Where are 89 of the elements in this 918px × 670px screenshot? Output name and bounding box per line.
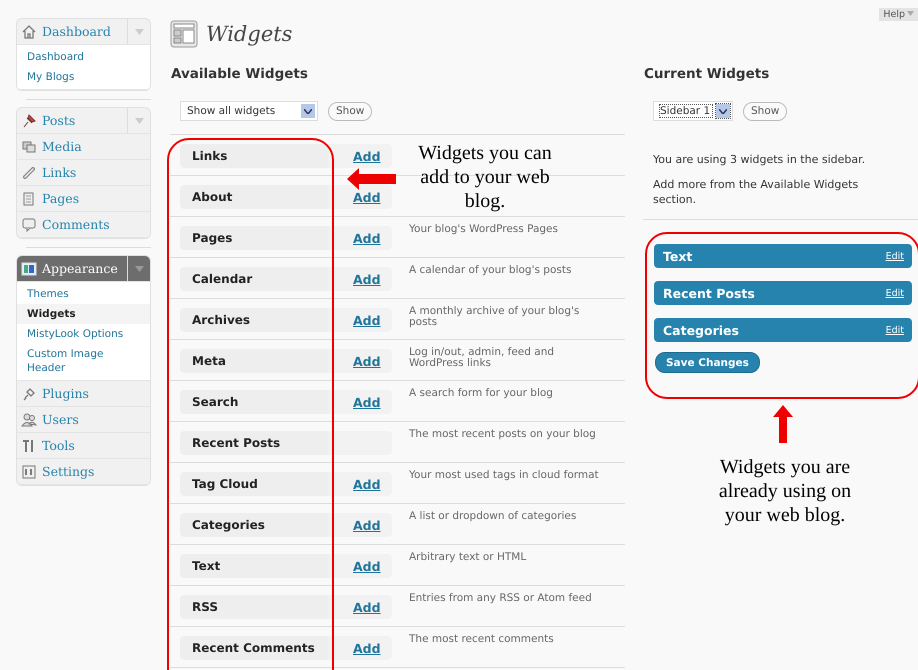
menu-icon	[21, 164, 37, 180]
add-link[interactable]: Add	[353, 190, 381, 204]
add-link[interactable]: Add	[353, 640, 381, 656]
caret-icon	[134, 266, 144, 272]
widget-description: Log in/out, admin, feed and WordPress links	[409, 347, 556, 371]
menu-icon	[21, 24, 37, 40]
save-button[interactable]: Save Changes	[655, 352, 760, 373]
menu-icon	[21, 216, 37, 232]
widget-description: A list or dropdown of categories	[409, 511, 578, 524]
menu-icon	[21, 260, 37, 276]
annotation-text: Widgets you are already using on your web blog.	[718, 455, 852, 527]
menu-icon	[21, 112, 37, 128]
add-link[interactable]: Add	[353, 312, 381, 328]
submenu-item[interactable]: Widgets	[17, 304, 150, 324]
menu-item[interactable]: Links	[17, 160, 150, 186]
menu-item[interactable]: Tools	[17, 433, 150, 459]
widget-description: Arbitrary text or HTML	[409, 552, 528, 565]
caret-icon	[134, 28, 144, 34]
widget-name: Categories	[192, 518, 266, 532]
active-widget[interactable]: Recent Posts Edit	[654, 281, 912, 305]
edit-link[interactable]: Edit	[886, 324, 904, 336]
widget-name: Tag Cloud	[192, 477, 259, 491]
caret-icon	[134, 118, 144, 124]
up-arrow	[773, 405, 793, 443]
left-arrow	[347, 168, 396, 190]
submenu-item[interactable]: Themes	[17, 284, 150, 304]
widget-name: Recent Posts	[192, 436, 282, 450]
info-text: You are using 3 widgets in the sidebar.	[653, 152, 866, 167]
menu-icon	[21, 412, 37, 428]
submenu-item[interactable]: MistyLook Options	[17, 324, 150, 344]
submenu-item[interactable]: Custom Image Header	[17, 344, 150, 378]
widget-description: The most recent posts on your blog	[409, 429, 597, 442]
menu-item[interactable]: Settings	[17, 459, 150, 485]
widget-description: Entries from any RSS or Atom feed	[409, 593, 593, 606]
widget-name: Pages	[192, 231, 234, 245]
caret-icon	[907, 9, 914, 18]
filter-dropdown[interactable]: Show all widgets	[180, 101, 318, 121]
menu-item[interactable]: Plugins	[17, 381, 150, 407]
add-link[interactable]: Add	[353, 394, 381, 410]
add-link[interactable]: Add	[353, 600, 381, 614]
chevron-icon	[304, 108, 312, 114]
active-widget[interactable]: Categories Edit	[654, 318, 912, 342]
widget-description: A monthly archive of your blog's posts	[409, 306, 580, 330]
widget-description: The most recent comments	[409, 634, 555, 647]
add-link[interactable]: Add	[353, 476, 381, 492]
widget-name: Recent Comments	[192, 641, 316, 655]
add-link[interactable]: Add	[353, 354, 381, 368]
widget-name: RSS	[192, 600, 219, 614]
add-link[interactable]: Add	[353, 558, 381, 574]
add-link[interactable]: Add	[353, 148, 381, 164]
widget-description: A search form for your blog	[409, 388, 554, 401]
show-button[interactable]: Show	[743, 102, 788, 120]
add-link[interactable]: Add	[353, 518, 381, 532]
menu-item[interactable]: Comments	[17, 212, 150, 238]
section-heading: Current Widgets	[644, 66, 770, 84]
menu-item[interactable]: Posts	[17, 108, 150, 134]
widget-description: Your blog's WordPress Pages	[409, 224, 559, 237]
annotation-text: Widgets you can add to your web blog.	[417, 141, 553, 213]
widget-name: Links	[192, 149, 228, 163]
submenu-item[interactable]: Dashboard	[17, 47, 150, 67]
show-button[interactable]: Show	[328, 102, 372, 120]
section-heading: Available Widgets	[171, 66, 309, 84]
widgets-icon	[170, 20, 198, 48]
add-link[interactable]: Add	[353, 230, 381, 246]
active-widget[interactable]: Text Edit	[654, 244, 912, 268]
menu-item[interactable]: Appearance	[17, 256, 150, 282]
menu-icon	[21, 464, 37, 480]
menu-item[interactable]: Users	[17, 407, 150, 433]
submenu-item[interactable]: My Blogs	[17, 67, 150, 87]
help-tab[interactable]: Help	[879, 8, 918, 21]
chevron-icon	[719, 108, 727, 114]
menu-item[interactable]: Media	[17, 134, 150, 160]
widget-name: Text	[192, 559, 222, 573]
info-text: Add more from the Available Widgets section.	[653, 177, 860, 207]
edit-link[interactable]: Edit	[886, 250, 904, 262]
page-title: Widgets	[206, 22, 292, 46]
widget-description: A calendar of your blog's posts	[409, 265, 572, 278]
widget-name: Meta	[192, 354, 227, 368]
menu-icon	[21, 386, 37, 402]
menu-icon	[21, 138, 37, 154]
widget-name: About	[192, 190, 234, 204]
sidebar-dropdown[interactable]: Sidebar 1	[653, 101, 733, 121]
edit-link[interactable]: Edit	[886, 288, 904, 298]
widget-description: Your most used tags in cloud format	[409, 470, 599, 483]
widget-name: Search	[192, 395, 240, 409]
widget-name: Calendar	[192, 272, 254, 286]
widget-name: Archives	[192, 313, 252, 327]
menu-item[interactable]: Pages	[17, 186, 150, 212]
add-link[interactable]: Add	[353, 272, 381, 286]
